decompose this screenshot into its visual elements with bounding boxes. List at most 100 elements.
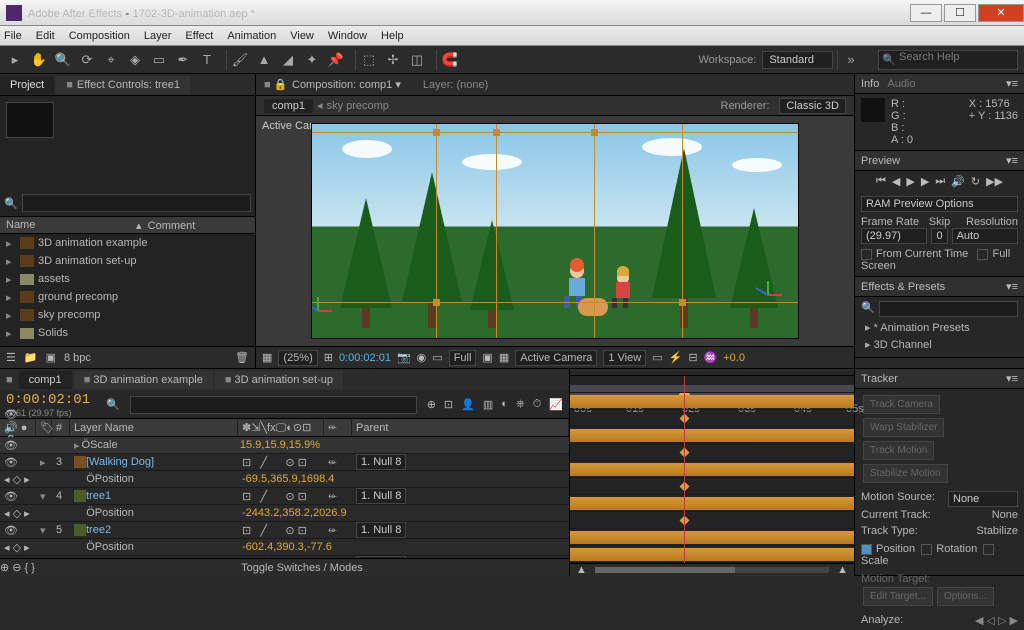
- parent-select[interactable]: 1. Null 8: [356, 522, 406, 538]
- new-comp-icon[interactable]: ▣: [46, 351, 56, 364]
- search-help-input[interactable]: Search Help: [878, 50, 1018, 70]
- window-close-button[interactable]: ✕: [978, 4, 1024, 22]
- renderer-select[interactable]: Classic 3D: [779, 98, 846, 114]
- layer-row[interactable]: 👁 ▸Ö Scale 15.9,15.9,15.9%: [0, 437, 569, 454]
- motion-blur-icon[interactable]: ◐: [501, 398, 508, 411]
- resolution-select[interactable]: Full: [449, 350, 477, 366]
- channel-icon[interactable]: ◉: [417, 351, 427, 364]
- warp-stabilizer-button[interactable]: Warp Stabilizer: [863, 418, 944, 437]
- shape-tool-icon[interactable]: ▭: [150, 51, 168, 69]
- project-item[interactable]: ▸assets: [0, 270, 255, 288]
- effects-search-input[interactable]: [879, 301, 1018, 317]
- tab-project[interactable]: Project: [0, 76, 54, 94]
- project-item[interactable]: ▸3D animation example: [0, 234, 255, 252]
- play-icon[interactable]: ▶: [906, 175, 914, 188]
- roto-tool-icon[interactable]: ✦: [303, 51, 321, 69]
- tab-effect-controls[interactable]: ■Effect Controls: tree1: [56, 76, 190, 94]
- timeline-icon[interactable]: ⊟: [688, 351, 697, 364]
- frame-blend-icon[interactable]: ▥: [483, 398, 493, 411]
- layer-row[interactable]: 👁▸3 [Walking Dog] ⊡ ╱ ⊙ ⊡ ⬰1. Null 8: [0, 454, 569, 471]
- window-maximize-button[interactable]: ☐: [944, 4, 976, 22]
- timeline-tab[interactable]: comp1: [19, 371, 72, 389]
- axis-local-icon[interactable]: ⬚: [360, 51, 378, 69]
- folder-icon[interactable]: 📁: [24, 351, 38, 364]
- menu-window[interactable]: Window: [328, 30, 367, 42]
- preset-group[interactable]: ▸ * Animation Presets: [861, 319, 1018, 336]
- flowchart-comp1[interactable]: comp1: [264, 99, 313, 113]
- current-time[interactable]: 0:00:02:01: [6, 392, 90, 408]
- brush-tool-icon[interactable]: 🖌: [231, 51, 249, 69]
- skip-select[interactable]: 0: [931, 228, 947, 244]
- tab-layer[interactable]: Layer: (none): [415, 77, 496, 93]
- axis-world-icon[interactable]: ✢: [384, 51, 402, 69]
- resolution-icon[interactable]: ⊞: [324, 351, 333, 364]
- flowchart-icon[interactable]: ♒: [704, 351, 718, 364]
- project-item[interactable]: ▸3D animation set-up: [0, 252, 255, 270]
- search-icon[interactable]: »: [842, 51, 860, 69]
- menu-layer[interactable]: Layer: [144, 30, 172, 42]
- parent-select[interactable]: 1. Null 8: [356, 488, 406, 504]
- next-frame-icon[interactable]: ▶: [921, 175, 929, 188]
- tab-tracker[interactable]: Tracker: [861, 373, 898, 385]
- project-item[interactable]: ▸Solids: [0, 324, 255, 342]
- rotate-tool-icon[interactable]: ⟳: [78, 51, 96, 69]
- pan-behind-tool-icon[interactable]: ◈: [126, 51, 144, 69]
- hide-shy-icon[interactable]: 👤: [461, 398, 475, 411]
- preview-res-select[interactable]: Auto: [952, 228, 1018, 244]
- menu-file[interactable]: File: [4, 30, 22, 42]
- fast-preview-icon[interactable]: ⚡: [669, 351, 683, 364]
- parent-select[interactable]: 1. Null 8: [356, 454, 406, 470]
- scale-checkbox[interactable]: [983, 544, 994, 555]
- zoom-tool-icon[interactable]: 🔍: [54, 51, 72, 69]
- text-tool-icon[interactable]: T: [198, 51, 216, 69]
- project-item[interactable]: ▸sky precomp: [0, 306, 255, 324]
- timeline-tab[interactable]: ■ 3D animation set-up: [215, 371, 343, 389]
- fullscreen-checkbox[interactable]: [977, 249, 988, 260]
- timeline-tracks[interactable]: 00s 01s 02s 03s 04s 05s ▲ ▲: [570, 369, 854, 576]
- always-preview-icon[interactable]: ▦: [262, 351, 272, 364]
- stabilize-motion-button[interactable]: Stabilize Motion: [863, 464, 948, 483]
- last-frame-icon[interactable]: ⏭: [935, 175, 945, 188]
- hand-tool-icon[interactable]: ✋: [30, 51, 48, 69]
- timeline-search-input[interactable]: [130, 396, 417, 414]
- motion-source-select[interactable]: None: [948, 491, 1018, 507]
- stamp-tool-icon[interactable]: ▲: [255, 51, 273, 69]
- roi-icon[interactable]: ▣: [482, 351, 492, 364]
- pin-tool-icon[interactable]: 📌: [327, 51, 345, 69]
- menu-help[interactable]: Help: [381, 30, 404, 42]
- property-row[interactable]: ◂ ◇ ▸ Ö Position -2443.2,358.2,2026.9: [0, 505, 569, 522]
- interpret-icon[interactable]: ☰: [6, 351, 16, 364]
- lock-icon[interactable]: ■: [0, 374, 19, 386]
- selection-tool-icon[interactable]: ▸: [6, 51, 24, 69]
- tab-effects-presets[interactable]: Effects & Presets: [861, 281, 945, 293]
- menu-edit[interactable]: Edit: [36, 30, 55, 42]
- prev-frame-icon[interactable]: ◀: [892, 175, 900, 188]
- eraser-tool-icon[interactable]: ◢: [279, 51, 297, 69]
- preview-canvas[interactable]: [311, 123, 799, 339]
- pixel-aspect-icon[interactable]: ▭: [652, 351, 662, 364]
- lock-icon[interactable]: ■ 🔒: [264, 78, 287, 91]
- snapshot-icon[interactable]: 📷: [397, 351, 411, 364]
- tab-preview[interactable]: Preview: [861, 155, 900, 167]
- snap-icon[interactable]: 🧲: [441, 51, 459, 69]
- menu-effect[interactable]: Effect: [185, 30, 213, 42]
- tab-info[interactable]: Info: [861, 78, 879, 90]
- trash-icon[interactable]: 🗑: [235, 351, 249, 364]
- layer-row[interactable]: 👁▾5 tree2 ⊡ ╱ ⊙ ⊡ ⬰1. Null 8: [0, 522, 569, 539]
- menu-animation[interactable]: Animation: [227, 30, 276, 42]
- position-checkbox[interactable]: [861, 544, 872, 555]
- axis-view-icon[interactable]: ◫: [408, 51, 426, 69]
- brainstorm-icon[interactable]: ⎈: [516, 398, 525, 411]
- first-frame-icon[interactable]: ⏮: [876, 175, 886, 188]
- edit-target-button[interactable]: Edit Target...: [863, 587, 933, 606]
- menu-view[interactable]: View: [290, 30, 314, 42]
- exposure-value[interactable]: +0.0: [723, 352, 745, 364]
- flowchart-sky[interactable]: sky precomp: [327, 100, 389, 112]
- bpc-toggle[interactable]: 8 bpc: [64, 352, 91, 364]
- layer-row[interactable]: 👁▾4 tree1 ⊡ ╱ ⊙ ⊡ ⬰1. Null 8: [0, 488, 569, 505]
- ram-preview-select[interactable]: RAM Preview Options: [861, 196, 1018, 212]
- comp-mini-flowchart-icon[interactable]: ⊕: [427, 398, 436, 411]
- from-current-checkbox[interactable]: [861, 249, 872, 260]
- loop-icon[interactable]: ↻: [971, 175, 980, 188]
- pen-tool-icon[interactable]: ✒: [174, 51, 192, 69]
